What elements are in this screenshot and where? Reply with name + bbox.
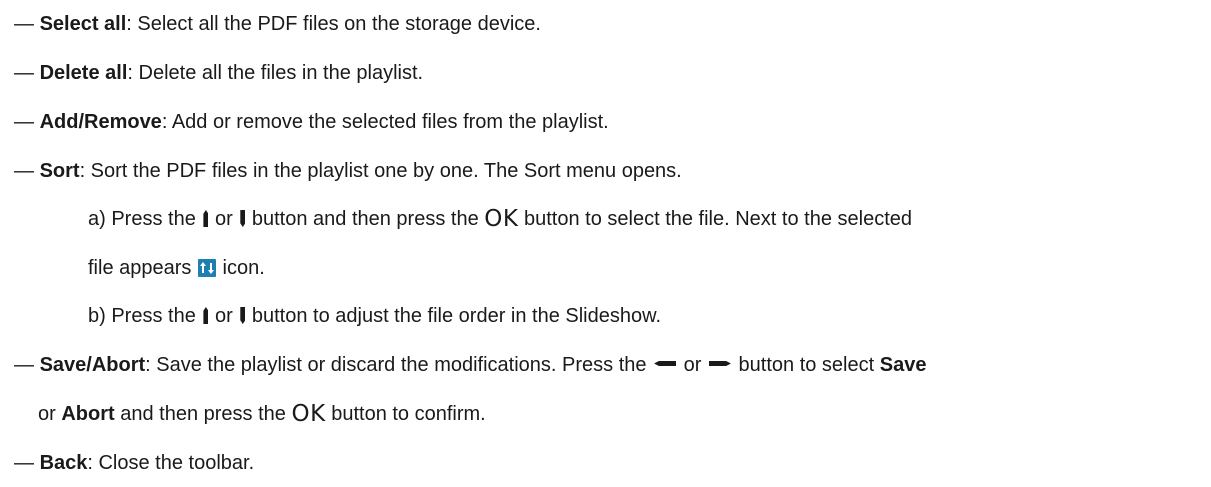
save-abort-term: Save/Abort [39, 354, 146, 376]
delete-all-desc: : Delete all the files in the playlist. [127, 62, 424, 84]
up-arrow-icon [203, 210, 209, 227]
sort-step-a: a) Press the or button and then press th… [88, 207, 912, 231]
step-a-mid: button and then press the [246, 208, 485, 230]
ok-button-label: OK [291, 401, 326, 427]
save-abort-mid: button to select [732, 354, 880, 376]
back-desc: : Close the toolbar. [87, 452, 255, 474]
step-b-or: or [209, 305, 239, 327]
back-term: Back [39, 452, 88, 474]
down-arrow-icon [240, 210, 246, 227]
dash: — [14, 160, 34, 182]
add-remove-item: — Add/Remove: Add or remove the selected… [14, 110, 609, 134]
save-abort-continued: or Abort and then press the OK button to… [38, 402, 486, 426]
sort-icon [197, 259, 216, 277]
select-all-term: Select all [39, 13, 127, 35]
save-abort-or: or [678, 354, 707, 376]
step-a-cont-text: file appears [88, 257, 197, 279]
back-item: — Back: Close the toolbar. [14, 451, 254, 475]
sort-desc: : Sort the PDF files in the playlist one… [79, 160, 682, 182]
step-a-text: a) Press the [88, 208, 202, 230]
select-all-desc: : Select all the PDF files on the storag… [126, 13, 541, 35]
left-arrow-icon [654, 361, 677, 366]
ok-button-label: OK [484, 206, 519, 232]
delete-all-term: Delete all [39, 62, 128, 84]
save-abort-item: — Save/Abort: Save the playlist or disca… [14, 353, 926, 377]
delete-all-item: — Delete all: Delete all the files in th… [14, 61, 423, 85]
sort-term: Sort [39, 160, 80, 182]
sort-step-b: b) Press the or button to adjust the fil… [88, 304, 661, 328]
save-term: Save [879, 354, 927, 376]
abort-term: Abort [61, 403, 115, 425]
dash: — [14, 13, 34, 35]
step-b-end: button to adjust the file order in the S… [246, 305, 662, 327]
step-a-cont-end: icon. [216, 257, 265, 279]
up-arrow-icon [203, 307, 209, 324]
dash: — [14, 452, 34, 474]
save-abort-cont-or: or [38, 403, 62, 425]
down-arrow-icon [240, 307, 246, 324]
save-abort-cont-mid: and then press the [114, 403, 292, 425]
select-all-item: — Select all: Select all the PDF files o… [14, 12, 541, 36]
manual-page: — Select all: Select all the PDF files o… [0, 0, 1211, 487]
step-a-or: or [209, 208, 239, 230]
right-arrow-icon [708, 361, 731, 366]
add-remove-desc: : Add or remove the selected files from … [161, 111, 609, 133]
step-b-text: b) Press the [88, 305, 202, 327]
sort-step-a-continued: file appears icon. [88, 256, 265, 280]
dash: — [14, 62, 34, 84]
save-abort-cont-end: button to confirm. [325, 403, 486, 425]
dash: — [14, 354, 34, 376]
step-a-end: button to select the file. Next to the s… [518, 208, 913, 230]
dash: — [14, 111, 34, 133]
save-abort-desc: : Save the playlist or discard the modif… [145, 354, 653, 376]
add-remove-term: Add/Remove [39, 111, 162, 133]
sort-item: — Sort: Sort the PDF files in the playli… [14, 159, 682, 183]
